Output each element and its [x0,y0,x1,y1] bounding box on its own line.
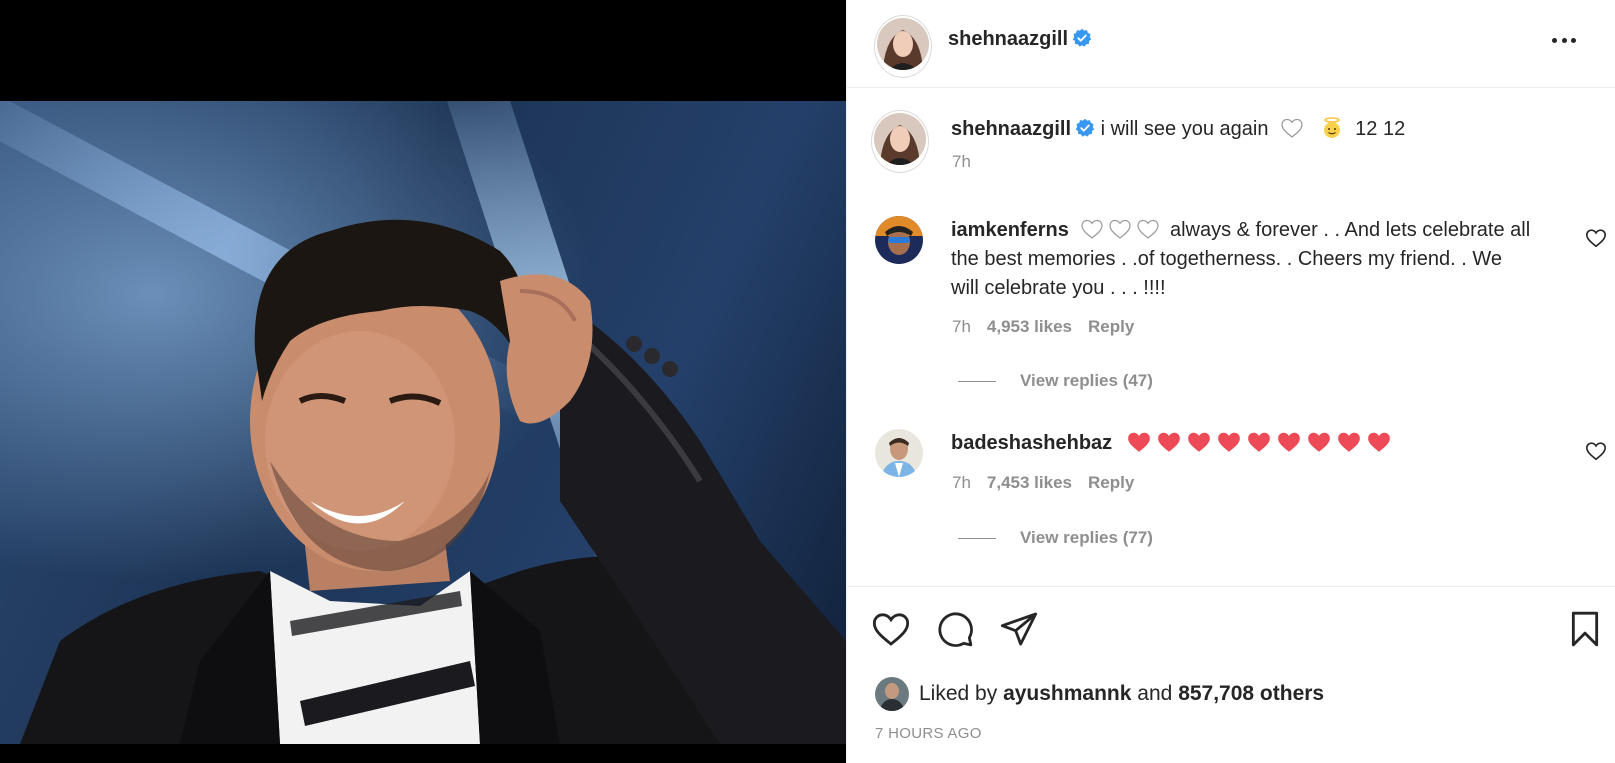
angel-emoji [1323,117,1340,138]
caption-time: 7h [952,152,971,172]
post-actions: Liked by ayushmannk and 857,708 others 7… [847,586,1615,763]
comment-username[interactable]: badeshashehbaz [951,432,1112,454]
comment-avatar[interactable] [875,429,923,482]
white-heart-emoji [1081,219,1104,239]
comment-username[interactable]: iamkenferns [951,219,1069,241]
white-heart-emoji [1137,219,1160,239]
white-heart-emoji [1109,219,1132,239]
comments-list[interactable]: shehnaazgill i will see you again 12 12 … [847,88,1615,586]
red-heart-emoji [1367,432,1390,452]
share-paper-plane-icon[interactable] [999,609,1039,649]
liked-by-and: and [1137,682,1173,705]
white-heart-emoji [1281,118,1303,138]
liked-by-row: Liked by ayushmannk and 857,708 others [875,677,1324,711]
red-heart-emoji [1187,432,1210,452]
comment-time: 7h [952,317,971,336]
caption-text: i will see you again [1100,118,1269,140]
liked-by-others[interactable]: 857,708 others [1178,682,1324,706]
red-heart-emoji-group [1126,432,1396,454]
red-heart-emoji [1157,432,1180,452]
red-heart-emoji [1127,432,1150,452]
reply-button[interactable]: Reply [1088,317,1134,336]
author-avatar-image [877,18,929,70]
comment: iamkenferns always & forever . . And let… [951,216,1531,303]
post-timestamp[interactable]: 7 HOURS AGO [875,725,982,742]
liked-by-avatar[interactable] [875,677,909,711]
caption-time-text: 7h [952,152,971,171]
liked-by-user[interactable]: ayushmannk [1003,682,1131,706]
comment-meta: 7h 4,953 likes Reply [952,317,1134,337]
author-username-text[interactable]: shehnaazgill [948,28,1068,50]
comment-meta: 7h 7,453 likes Reply [952,473,1134,493]
commenter-avatar-image [875,429,923,477]
red-heart-emoji [1307,432,1330,452]
red-heart-emoji [1337,432,1360,452]
view-replies-label[interactable]: View replies (77) [1020,528,1153,548]
comment-time: 7h [952,473,971,492]
view-replies-label[interactable]: View replies (47) [1020,371,1153,391]
replies-divider-line [958,537,996,539]
red-heart-emoji [1277,432,1300,452]
comment-likes[interactable]: 4,953 likes [987,317,1072,336]
post-media-panel [0,0,846,763]
caption-author-avatar[interactable] [871,110,929,173]
commenter-avatar-image [875,216,923,264]
verified-badge-icon [1072,28,1092,47]
post-photo[interactable] [0,101,846,744]
author-avatar[interactable] [874,15,932,78]
comment: badeshashehbaz [951,429,1571,458]
comment-bubble-icon[interactable] [935,609,975,649]
save-bookmark-icon[interactable] [1565,609,1605,649]
liked-by-avatar-image [875,677,909,711]
red-heart-emoji [1217,432,1240,452]
photo-person-illustration [20,219,846,744]
verified-badge-icon [1075,118,1095,137]
comment-avatar[interactable] [875,216,923,269]
caption-username[interactable]: shehnaazgill [951,118,1071,140]
post-header: shehnaazgill [847,0,1615,88]
red-heart-emoji [1247,432,1270,452]
like-heart-icon[interactable] [871,609,911,649]
caption-suffix: 12 12 [1355,118,1406,140]
author-username[interactable]: shehnaazgill [948,28,1092,51]
view-replies-button[interactable]: View replies (77) [958,528,1153,548]
caption: shehnaazgill i will see you again 12 12 [951,115,1591,144]
comment-like-heart-icon[interactable] [1585,227,1607,249]
replies-divider-line [958,380,996,382]
reply-button[interactable]: Reply [1088,473,1134,492]
liked-by-prefix: Liked by [919,682,998,705]
comment-like-heart-icon[interactable] [1585,440,1607,462]
more-options-icon[interactable] [1547,28,1581,52]
caption-avatar-image [874,113,926,165]
comment-likes[interactable]: 7,453 likes [987,473,1072,492]
view-replies-button[interactable]: View replies (47) [958,371,1153,391]
post-side-panel: shehnaazgill shehnaazgill i will see you… [846,0,1615,763]
